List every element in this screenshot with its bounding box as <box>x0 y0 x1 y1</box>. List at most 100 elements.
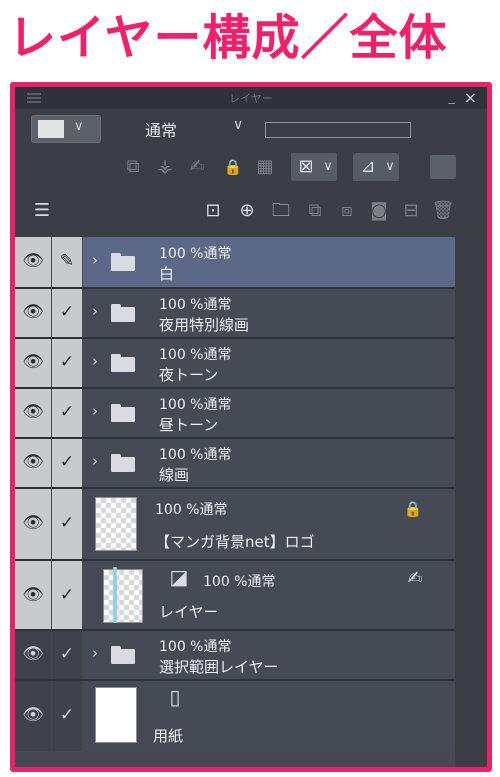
minimize-button[interactable]: _ <box>449 90 456 105</box>
layer-row-body[interactable]: ◪ 100 %通常 レイヤー ✍ <box>83 561 455 629</box>
chevron-right-icon[interactable]: › <box>92 251 98 269</box>
eye-icon: 👁 <box>22 352 44 372</box>
visibility-toggle[interactable]: 👁 <box>15 489 51 559</box>
edit-target-toggle[interactable]: ✓ <box>52 681 82 751</box>
paper-icon: ▯ <box>169 685 181 709</box>
color-swatch <box>38 120 64 138</box>
chevron-down-icon[interactable]: ∨ <box>233 117 243 133</box>
scrollbar[interactable] <box>455 237 487 767</box>
layer-mask-icon[interactable]: ◙ <box>367 201 391 221</box>
layer-panel: レイヤー _ × ∨ 通常 ∨ ⧉ ⚶ ✍ 🔒 ▦ ⊠ ∨ ⊿ ∨ ☰ ⊡ ⊕ … <box>15 87 487 767</box>
blend-mode-select[interactable]: 通常 <box>145 117 177 141</box>
check-icon: ✓ <box>59 644 75 664</box>
new-vector-layer-icon[interactable]: ⊕ <box>235 201 259 221</box>
draft-icon[interactable]: ✍ <box>185 157 209 177</box>
visibility-toggle[interactable]: 👁 <box>15 681 51 751</box>
layer-row-body[interactable]: 100 %通常 【マンガ背景net】ロゴ 🔒 <box>83 489 455 559</box>
edit-target-toggle[interactable]: ✓ <box>52 489 82 559</box>
layer-row-folder[interactable]: 👁 ✓ › 100 %通常 線画 <box>15 439 455 487</box>
layer-row-paper[interactable]: 👁 ✓ ▯ 用紙 <box>15 681 455 751</box>
chevron-right-icon[interactable]: › <box>92 644 98 662</box>
apply-mask-icon[interactable]: ⊟ <box>399 201 423 221</box>
visibility-toggle[interactable]: 👁 <box>15 237 51 287</box>
layer-row-folder[interactable]: 👁 ✓ › 100 %通常 選択範囲レイヤー <box>15 631 455 679</box>
layer-property-toolbar: ⧉ ⚶ ✍ 🔒 ▦ ⊠ ∨ ⊿ ∨ <box>15 147 487 187</box>
layer-row-folder[interactable]: 👁 ✓ › 100 %通常 夜用特別線画 <box>15 289 455 337</box>
selection-indicator <box>113 567 117 623</box>
lock-transparency-icon[interactable]: ▦ <box>253 157 277 177</box>
edit-target-toggle[interactable]: ✓ <box>52 389 82 437</box>
layer-row-raster[interactable]: 👁 ✓ 100 %通常 【マンガ背景net】ロゴ 🔒 <box>15 489 455 559</box>
check-icon: ✓ <box>59 513 75 533</box>
new-folder-icon[interactable]: 🗀 <box>269 201 293 221</box>
new-raster-layer-icon[interactable]: ⊡ <box>201 201 225 221</box>
delete-layer-icon[interactable]: 🗑 <box>431 201 455 221</box>
chevron-right-icon[interactable]: › <box>92 352 98 370</box>
layer-name: レイヤー <box>159 603 219 621</box>
layer-row-body[interactable]: › 100 %通常 夜用特別線画 <box>83 289 455 337</box>
lock-icon[interactable]: 🔒 <box>221 157 245 177</box>
draft-icon: ✍ <box>407 568 423 589</box>
headline: レイヤー構成／全体 <box>8 10 448 66</box>
layer-row-body[interactable]: › 100 %通常 線画 <box>83 439 455 487</box>
layer-type-icon: ◪ <box>169 565 189 589</box>
edit-target-toggle[interactable]: ✓ <box>52 631 82 679</box>
chevron-down-icon: ∨ <box>74 119 84 134</box>
layer-row-folder[interactable]: 👁 ✓ › 100 %通常 夜トーン <box>15 339 455 387</box>
check-icon: ✓ <box>59 302 75 322</box>
transfer-down-icon[interactable]: ⧉ <box>303 201 327 221</box>
layer-row-body[interactable]: › 100 %通常 昼トーン <box>83 389 455 437</box>
layer-opacity-mode: 100 %通常 <box>159 447 232 463</box>
check-icon: ✓ <box>59 705 75 725</box>
edit-target-toggle[interactable]: ✎ <box>52 237 82 287</box>
check-icon: ✓ <box>59 352 75 372</box>
layer-row-body[interactable]: › 100 %通常 選択範囲レイヤー <box>83 631 455 679</box>
eye-icon: 👁 <box>22 302 44 322</box>
layer-color-select[interactable]: ∨ <box>31 115 101 143</box>
layer-row-raster[interactable]: 👁 ✓ ◪ 100 %通常 レイヤー ✍ <box>15 561 455 629</box>
layer-command-toolbar: ☰ ⊡ ⊕ 🗀 ⧉ ⧈ ◙ ⊟ 🗑 <box>15 187 487 237</box>
opacity-slider[interactable] <box>265 122 411 138</box>
layer-row-folder[interactable]: 👁 ✎ › 100 %通常 白 <box>15 237 455 287</box>
highlight-frame: レイヤー _ × ∨ 通常 ∨ ⧉ ⚶ ✍ 🔒 ▦ ⊠ ∨ ⊿ ∨ ☰ ⊡ ⊕ … <box>10 82 492 772</box>
eye-icon: 👁 <box>22 513 44 533</box>
eye-icon: 👁 <box>22 251 44 271</box>
layer-row-body[interactable]: ▯ 用紙 <box>83 681 455 751</box>
chevron-right-icon[interactable]: › <box>92 452 98 470</box>
layer-name: 夜トーン <box>159 366 219 384</box>
edit-target-toggle[interactable]: ✓ <box>52 289 82 337</box>
eye-icon: 👁 <box>22 585 44 605</box>
chevron-right-icon[interactable]: › <box>92 302 98 320</box>
visibility-toggle[interactable]: 👁 <box>15 339 51 387</box>
chevron-right-icon[interactable]: › <box>92 402 98 420</box>
reference-icon[interactable]: ⚶ <box>153 157 177 177</box>
lock-icon: 🔒 <box>403 500 423 518</box>
blend-row: ∨ 通常 ∨ <box>15 109 487 147</box>
layer-name: 夜用特別線画 <box>159 316 250 334</box>
folder-icon <box>111 454 135 472</box>
layer-row-folder[interactable]: 👁 ✓ › 100 %通常 昼トーン <box>15 389 455 437</box>
merge-down-icon[interactable]: ⧈ <box>335 201 359 221</box>
mask-icon: ⊠ <box>298 156 314 177</box>
close-button[interactable]: × <box>464 88 477 107</box>
visibility-toggle[interactable]: 👁 <box>15 289 51 337</box>
edit-target-toggle[interactable]: ✓ <box>52 439 82 487</box>
layer-list-icon[interactable]: ☰ <box>31 201 53 221</box>
layer-name: 白 <box>159 265 175 283</box>
layer-name: 昼トーン <box>159 416 219 434</box>
visibility-toggle[interactable]: 👁 <box>15 561 51 629</box>
layer-opacity-mode: 100 %通常 <box>159 347 232 363</box>
layer-color-button[interactable] <box>430 155 456 179</box>
folder-icon <box>111 304 135 322</box>
clip-icon[interactable]: ⧉ <box>121 157 145 177</box>
visibility-toggle[interactable]: 👁 <box>15 439 51 487</box>
edit-target-toggle[interactable]: ✓ <box>52 339 82 387</box>
layer-thumbnail <box>95 497 137 551</box>
visibility-toggle[interactable]: 👁 <box>15 389 51 437</box>
edit-target-toggle[interactable]: ✓ <box>52 561 82 629</box>
layer-row-body[interactable]: › 100 %通常 夜トーン <box>83 339 455 387</box>
layer-row-body[interactable]: › 100 %通常 白 <box>83 237 455 287</box>
folder-icon <box>111 354 135 372</box>
layer-opacity-mode: 100 %通常 <box>159 297 232 313</box>
visibility-toggle[interactable]: 👁 <box>15 631 51 679</box>
